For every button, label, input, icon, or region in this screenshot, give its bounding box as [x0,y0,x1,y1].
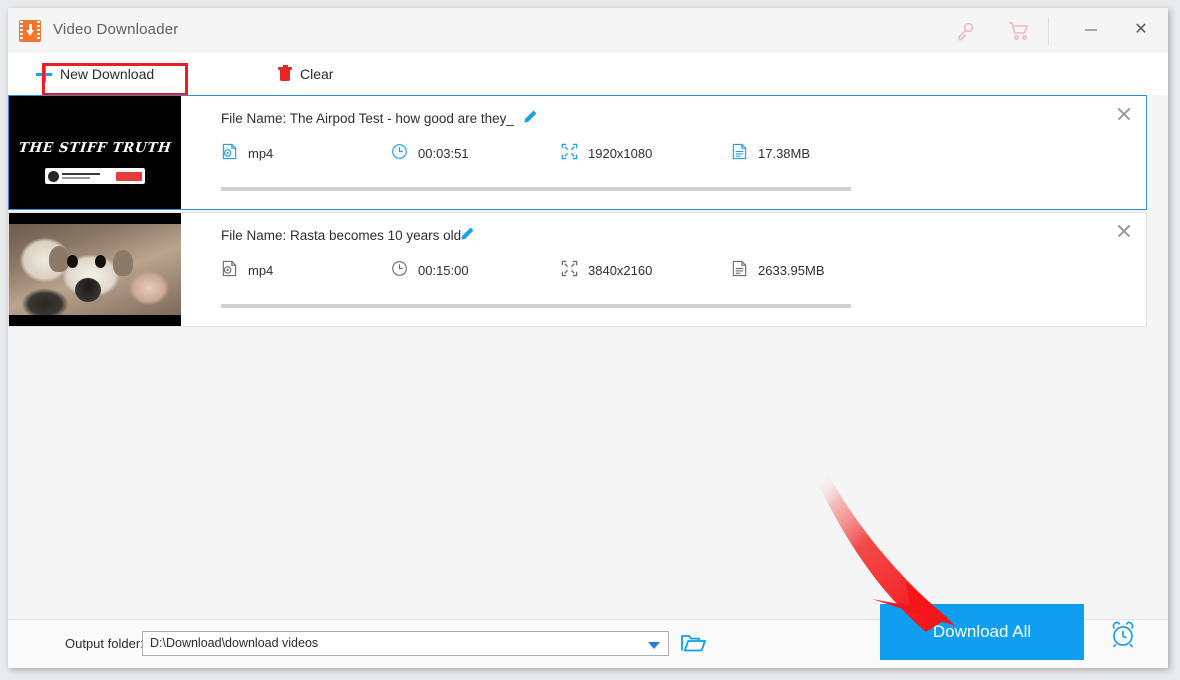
video-download-icon [19,20,41,42]
filesize-value: 17.38MB [758,145,811,161]
file-size-icon [731,260,748,280]
folder-icon[interactable] [680,632,707,654]
resolution-icon [561,143,578,163]
new-download-button[interactable]: New Download [36,53,154,95]
cart-icon[interactable] [1004,19,1034,43]
app-window: Video Downloader ✕ New Download Clear TH… [0,0,1180,680]
clock-icon [391,260,408,280]
duration-value: 00:03:51 [418,145,469,161]
clear-button[interactable]: Clear [278,53,333,95]
clock-icon [391,143,408,163]
new-download-label: New Download [60,66,155,82]
pencil-icon[interactable] [460,226,475,241]
video-file-icon [221,143,238,163]
download-item[interactable]: File Name: Rasta becomes 10 years old mp… [8,212,1147,327]
resolution-value: 3840x2160 [588,262,653,278]
thumbnail-subscribe-bar [45,168,145,184]
pencil-icon[interactable] [523,109,538,124]
toolbar: New Download Clear [8,53,1168,96]
chevron-down-icon[interactable] [648,642,660,649]
filesize-meta: 2633.95MB [731,260,825,280]
output-folder-input[interactable]: D:\Download\download videos [142,631,669,656]
video-thumbnail [9,213,181,326]
video-thumbnail: THE STIFF TRUTH [9,96,181,209]
download-all-label: Download All [932,622,1032,641]
thumbnail-image [9,224,181,315]
file-size-icon [731,143,748,163]
filesize-meta: 17.38MB [731,143,810,163]
close-button[interactable]: ✕ [1118,8,1164,52]
progress-bar [221,187,851,191]
minimize-button[interactable] [1068,8,1114,52]
progress-bar [221,304,851,308]
thumbnail-title: THE STIFF TRUTH [17,140,173,156]
video-file-icon [221,260,238,280]
file-name-value: Rasta becomes 10 years old [290,228,462,243]
resolution-meta: 3840x2160 [561,260,652,280]
close-icon: ✕ [1134,21,1148,38]
file-name-text: File Name: The Airpod Test - how good ar… [221,111,514,126]
trash-icon [278,65,292,82]
remove-item-icon[interactable] [1114,221,1134,241]
download-item[interactable]: THE STIFF TRUTH File Name: The Airpod Te… [8,95,1147,210]
filesize-value: 2633.95MB [758,262,825,278]
titlebar-divider [1048,17,1049,45]
format-value: mp4 [248,262,274,278]
format-meta: mp4 [221,260,273,280]
download-list: THE STIFF TRUTH File Name: The Airpod Te… [8,95,1168,620]
resolution-icon [561,260,578,280]
resolution-value: 1920x1080 [588,145,653,161]
output-folder-label: Output folder: [65,636,144,651]
key-icon[interactable] [950,19,980,43]
file-name-value: The Airpod Test - how good are they_ [289,111,514,126]
download-all-button[interactable]: Download All [880,604,1084,660]
file-name-text: File Name: Rasta becomes 10 years old [221,228,461,243]
metadata-row: mp4 00:15:00 3840x2160 2633.95MB [221,260,1121,284]
app-title: Video Downloader [53,21,179,38]
output-folder-value: D:\Download\download videos [150,636,319,650]
alarm-clock-icon[interactable] [1108,620,1138,648]
duration-meta: 00:15:00 [391,260,469,280]
format-meta: mp4 [221,143,273,163]
window-frame: Video Downloader ✕ New Download Clear TH… [8,8,1168,668]
format-value: mp4 [248,145,274,161]
title-bar: Video Downloader ✕ [8,8,1168,54]
remove-item-icon[interactable] [1114,104,1134,124]
resolution-meta: 1920x1080 [561,143,652,163]
clear-label: Clear [300,66,334,82]
file-name-label: File Name: [221,111,287,126]
plus-icon [36,66,52,82]
metadata-row: mp4 00:03:51 1920x1080 17.38MB [221,143,1121,167]
duration-value: 00:15:00 [418,262,469,278]
duration-meta: 00:03:51 [391,143,469,163]
file-name-label: File Name: [221,228,287,243]
